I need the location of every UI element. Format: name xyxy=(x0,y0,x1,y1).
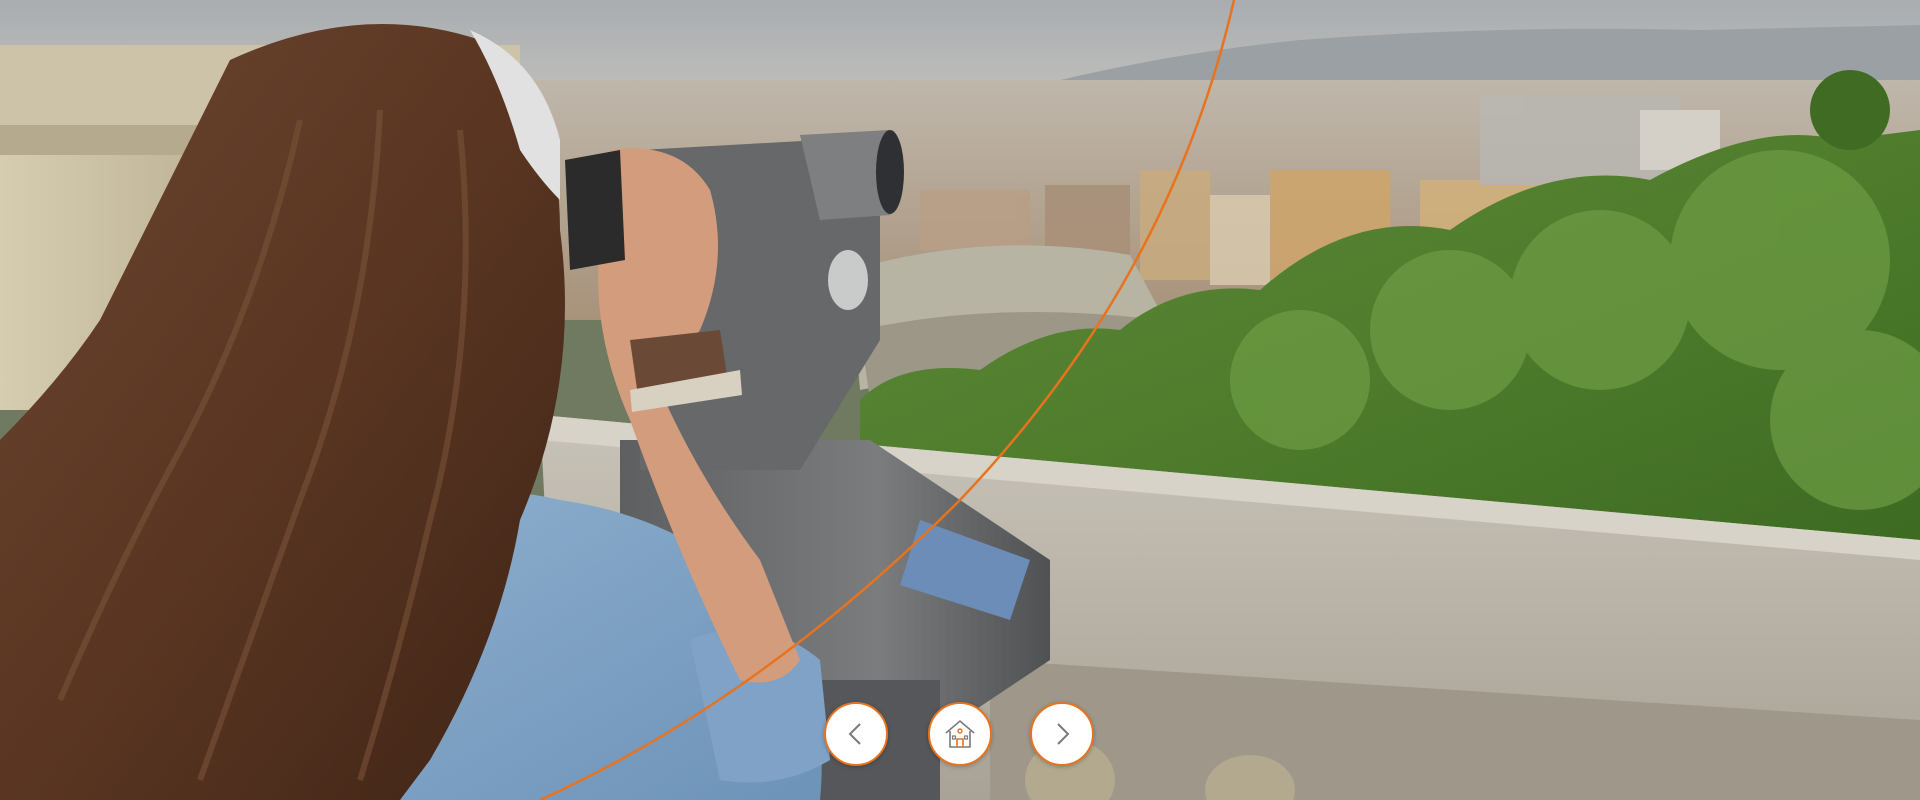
hero-banner xyxy=(0,0,1920,800)
next-slide-button[interactable] xyxy=(1030,702,1094,766)
slider-navigation xyxy=(824,702,1096,770)
house-icon xyxy=(940,714,980,754)
hero-photo xyxy=(0,0,1920,800)
home-button[interactable] xyxy=(928,702,992,766)
chevron-right-icon xyxy=(1048,720,1076,748)
chevron-left-icon xyxy=(842,720,870,748)
previous-slide-button[interactable] xyxy=(824,702,888,766)
